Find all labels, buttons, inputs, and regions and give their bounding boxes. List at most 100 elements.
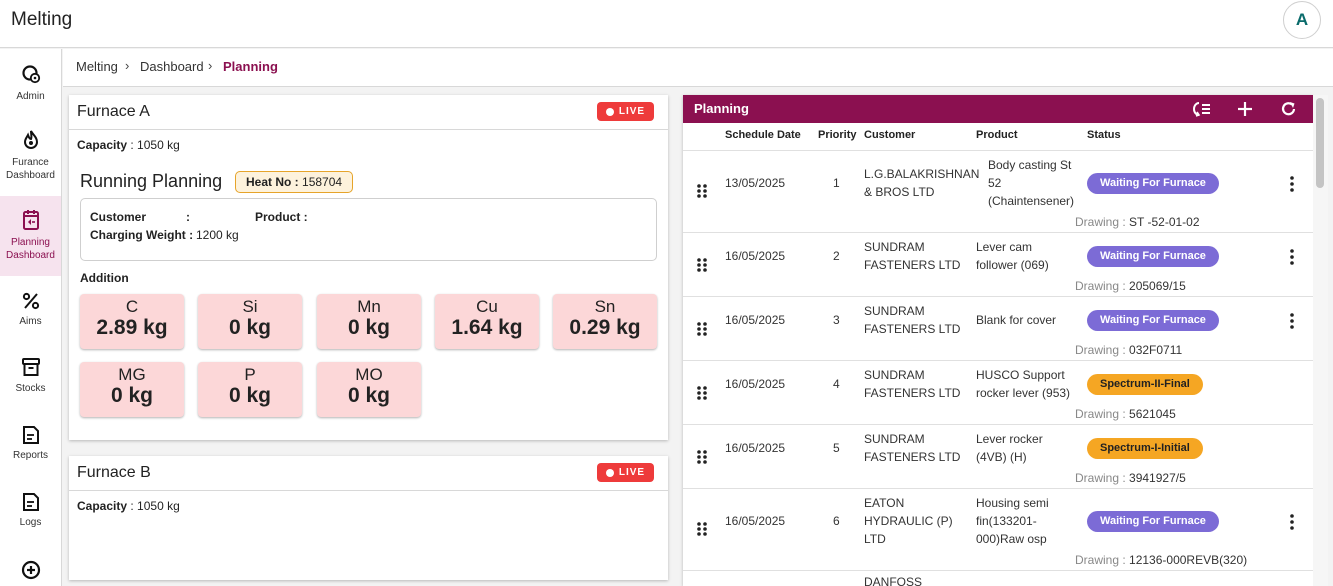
percent-icon [22, 292, 39, 310]
add-icon[interactable] [1235, 100, 1255, 118]
live-dot-icon [605, 107, 614, 116]
sidebar-item-furnace-dashboard[interactable]: Furance Dashboard [0, 129, 61, 181]
planning-panel: Planning Schedule Date Priority Customer… [683, 95, 1313, 586]
drag-handle-icon[interactable] [696, 183, 708, 199]
sidebar-item-aims[interactable]: Aims [0, 292, 61, 330]
scrollbar-thumb[interactable] [1316, 98, 1324, 188]
drag-handle-icon[interactable] [696, 385, 708, 401]
archive-box-icon [21, 358, 40, 376]
status-badge: Spectrum-I-Initial [1087, 438, 1203, 459]
priority: 4 [833, 377, 840, 391]
schedule-date: 16/05/2025 [725, 514, 786, 528]
breadcrumb: Melting › Dashboard › Planning [63, 49, 1333, 87]
more-vertical-icon[interactable] [1289, 249, 1295, 265]
addition-tile: Sn 0.29 kg [553, 294, 657, 349]
running-planning-title: Running Planning [80, 171, 223, 191]
document-icon [22, 426, 39, 444]
addition-tile: MO 0 kg [317, 362, 421, 417]
top-bar: Melting A [0, 0, 1333, 48]
column-schedule-date[interactable]: Schedule Date [725, 129, 801, 141]
drag-handle-icon[interactable] [696, 257, 708, 273]
planning-title: Planning [694, 101, 749, 116]
column-status[interactable]: Status [1087, 129, 1121, 141]
drag-handle-icon[interactable] [696, 521, 708, 537]
sidebar-item-more[interactable] [0, 560, 61, 586]
drag-handle-icon[interactable] [696, 449, 708, 465]
table-row[interactable]: 16/05/2025 6 EATON HYDRAULIC (P) LTD Housi… [683, 488, 1313, 570]
product: Lever rocker (4VB) (H) [976, 432, 1043, 464]
furnace-b-card: Furnace B LIVE Capacity : 1050 kg [69, 456, 668, 580]
status-badge: Waiting For Furnace [1087, 511, 1219, 532]
furnace-title: Furnace A [77, 103, 150, 120]
furnace-a-card: Furnace A LIVE Capacity : 1050 kg Runnin… [69, 95, 668, 440]
addition-tile: C 2.89 kg [80, 294, 184, 349]
customer: SUNDRAM FASTENERS LTD [864, 304, 961, 336]
table-row[interactable]: DANFOSS [683, 570, 1313, 586]
product: HUSCO Support rocker lever (953) [976, 368, 1071, 400]
table-row[interactable]: 16/05/2025 3 SUNDRAM FASTENERS LTD Blank … [683, 296, 1313, 360]
divider [69, 490, 668, 491]
more-vertical-icon[interactable] [1289, 176, 1295, 192]
priority: 6 [833, 514, 840, 528]
sidebar-item-reports[interactable]: Reports [0, 426, 61, 466]
breadcrumb-planning: Planning [223, 59, 278, 74]
more-vertical-icon[interactable] [1289, 313, 1295, 329]
schedule-date: 16/05/2025 [725, 313, 786, 327]
status-badge: Waiting For Furnace [1087, 173, 1219, 194]
status-badge: Waiting For Furnace [1087, 310, 1219, 331]
table-row[interactable]: 16/05/2025 2 SUNDRAM FASTENERS LTD Lever … [683, 232, 1313, 296]
customer: DANFOSS [864, 575, 923, 586]
table-row[interactable]: 16/05/2025 5 SUNDRAM FASTENERS LTD Lever … [683, 424, 1313, 488]
app-title: Melting [11, 9, 73, 30]
column-product[interactable]: Product [976, 129, 1018, 141]
table-row[interactable]: 16/05/2025 4 SUNDRAM FASTENERS LTD HUSCO … [683, 360, 1313, 424]
customer: SUNDRAM FASTENERS LTD [864, 368, 961, 400]
sidebar-item-stocks[interactable]: Stocks [0, 357, 61, 397]
customer: L.G.BALAKRISHNAN & BROS LTD [864, 167, 980, 199]
sidebar-item-label: Planning Dashboard [6, 237, 55, 261]
addition-tile: Mn 0 kg [317, 294, 421, 349]
schedule-date: 13/05/2025 [725, 176, 786, 190]
live-badge: LIVE [597, 463, 654, 482]
addition-tile: Si 0 kg [198, 294, 302, 349]
addition-tile: P0 kg [198, 362, 302, 417]
capacity: Capacity : 1050 kg [77, 499, 180, 513]
sidebar-item-logs[interactable]: Logs [0, 493, 61, 533]
avatar[interactable]: A [1283, 1, 1321, 39]
drawing: Drawing : 5621045 [1075, 407, 1176, 421]
chevron-right-icon: › [125, 58, 130, 73]
priority: 2 [833, 249, 840, 263]
drag-handle-icon[interactable] [696, 321, 708, 337]
customer: SUNDRAM FASTENERS LTD [864, 432, 961, 464]
drawing: Drawing : ST -52-01-02 [1075, 215, 1200, 229]
sidebar-item-label: Reports [12, 450, 48, 461]
schedule-date: 16/05/2025 [725, 249, 786, 263]
customer: SUNDRAM FASTENERS LTD [864, 240, 961, 272]
circle-plus-icon [21, 560, 40, 580]
customer: EATON HYDRAULIC (P) LTD [864, 496, 953, 546]
breadcrumb-melting[interactable]: Melting [76, 59, 118, 74]
capacity: Capacity : 1050 kg [77, 138, 180, 152]
more-vertical-icon[interactable] [1289, 514, 1295, 530]
column-customer[interactable]: Customer [864, 129, 915, 141]
schedule-date: 16/05/2025 [725, 377, 786, 391]
drawing: Drawing : 3941927/5 [1075, 471, 1186, 485]
breadcrumb-dashboard[interactable]: Dashboard [140, 59, 204, 74]
customer-label: Customer [90, 210, 147, 224]
column-priority[interactable]: Priority [818, 129, 857, 141]
product: Lever cam follower (069) [976, 240, 1049, 272]
table-row[interactable]: 13/05/2025 1 L.G.BALAKRISHNAN & BROS LTD … [683, 150, 1313, 232]
sidebar-item-planning-dashboard[interactable]: Planning Dashboard [0, 196, 61, 276]
sort-list-icon[interactable] [1192, 100, 1212, 118]
addition-label: Addition [80, 271, 129, 285]
sidebar-item-label: Furance Dashboard [6, 157, 55, 181]
sidebar-item-label: Stocks [15, 383, 46, 394]
priority: 5 [833, 441, 840, 455]
running-details-box: Customer : Product : Charging Weight : 1… [80, 198, 657, 261]
product: Body casting St 52 (Chaintensener) [988, 158, 1075, 208]
document-icon [22, 493, 39, 511]
sidebar-item-admin[interactable]: Admin [0, 63, 61, 107]
refresh-icon[interactable] [1279, 100, 1299, 118]
divider [69, 129, 668, 130]
furnace-title: Furnace B [77, 464, 151, 481]
